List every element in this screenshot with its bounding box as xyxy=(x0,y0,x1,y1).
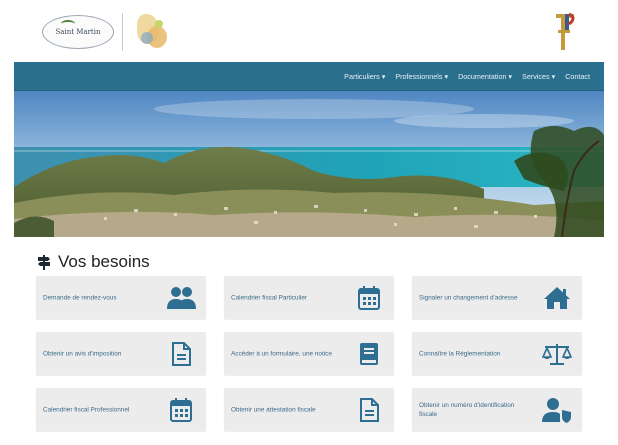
main-navbar: Particuliers ▾ Professionnels ▾ Document… xyxy=(14,62,604,91)
card-changement-adresse[interactable]: Signaler un changement d'adresse xyxy=(412,276,582,319)
card-label: Obtenir un avis d'imposition xyxy=(43,350,122,357)
book-icon xyxy=(354,339,384,369)
card-calendrier-particulier[interactable]: Calendrier fiscal Particulier xyxy=(224,276,394,319)
home-icon xyxy=(542,283,572,313)
user-shield-icon xyxy=(542,395,572,425)
card-formulaire-notice[interactable]: Accéder à un formulaire, une notice xyxy=(224,332,394,375)
card-avis-imposition[interactable]: Obtenir un avis d'imposition xyxy=(36,332,206,375)
users-icon xyxy=(166,283,196,313)
document-icon xyxy=(166,339,196,369)
card-reglementation[interactable]: Connaître la Réglementation xyxy=(412,332,582,375)
calendar-icon xyxy=(166,395,196,425)
collectivity-emblem-icon xyxy=(131,12,171,52)
calendar-icon xyxy=(354,283,384,313)
card-label: Accéder à un formulaire, une notice xyxy=(231,350,332,357)
card-label: Demande de rendez-vous xyxy=(43,294,117,301)
signpost-icon xyxy=(38,255,50,270)
nav-professionnels[interactable]: Professionnels ▾ xyxy=(395,72,448,81)
main-nav: Particuliers ▾ Professionnels ▾ Document… xyxy=(344,62,590,91)
saint-martin-logo: Saint Martin xyxy=(42,15,114,49)
card-attestation-fiscale[interactable]: Obtenir une attestation fiscale xyxy=(224,388,394,431)
logo-divider xyxy=(122,13,123,51)
nav-contact[interactable]: Contact xyxy=(565,72,590,81)
logo-text: Saint Martin xyxy=(55,28,101,36)
card-label: Calendrier fiscal Professionnel xyxy=(43,406,130,413)
site-header: Saint Martin xyxy=(14,0,604,62)
nav-documentation[interactable]: Documentation ▾ xyxy=(458,72,512,81)
nav-services[interactable]: Services ▾ xyxy=(522,72,555,81)
section-title-text: Vos besoins xyxy=(58,252,150,271)
card-label: Signaler un changement d'adresse xyxy=(419,294,518,301)
finances-publiques-logo-icon xyxy=(556,12,575,50)
card-numero-identification-fiscale[interactable]: Obtenir un numéro d'identification fisca… xyxy=(412,388,582,431)
hero-landscape-image xyxy=(14,91,604,237)
card-label: Obtenir un numéro d'identification fisca… xyxy=(419,401,515,418)
page-frame: Saint Martin Particuliers ▾ Professionne… xyxy=(14,0,604,445)
card-rendez-vous[interactable]: Demande de rendez-vous xyxy=(36,276,206,319)
scales-icon xyxy=(542,339,572,369)
card-label: Calendrier fiscal Particulier xyxy=(231,294,308,301)
section-title: Vos besoins xyxy=(36,252,150,272)
card-calendrier-professionnel[interactable]: Calendrier fiscal Professionnel xyxy=(36,388,206,431)
card-label: Connaître la Réglementation xyxy=(419,350,501,357)
nav-particuliers[interactable]: Particuliers ▾ xyxy=(344,72,385,81)
site-logo[interactable]: Saint Martin xyxy=(42,12,171,52)
document-icon xyxy=(354,395,384,425)
card-label: Obtenir une attestation fiscale xyxy=(231,406,316,413)
